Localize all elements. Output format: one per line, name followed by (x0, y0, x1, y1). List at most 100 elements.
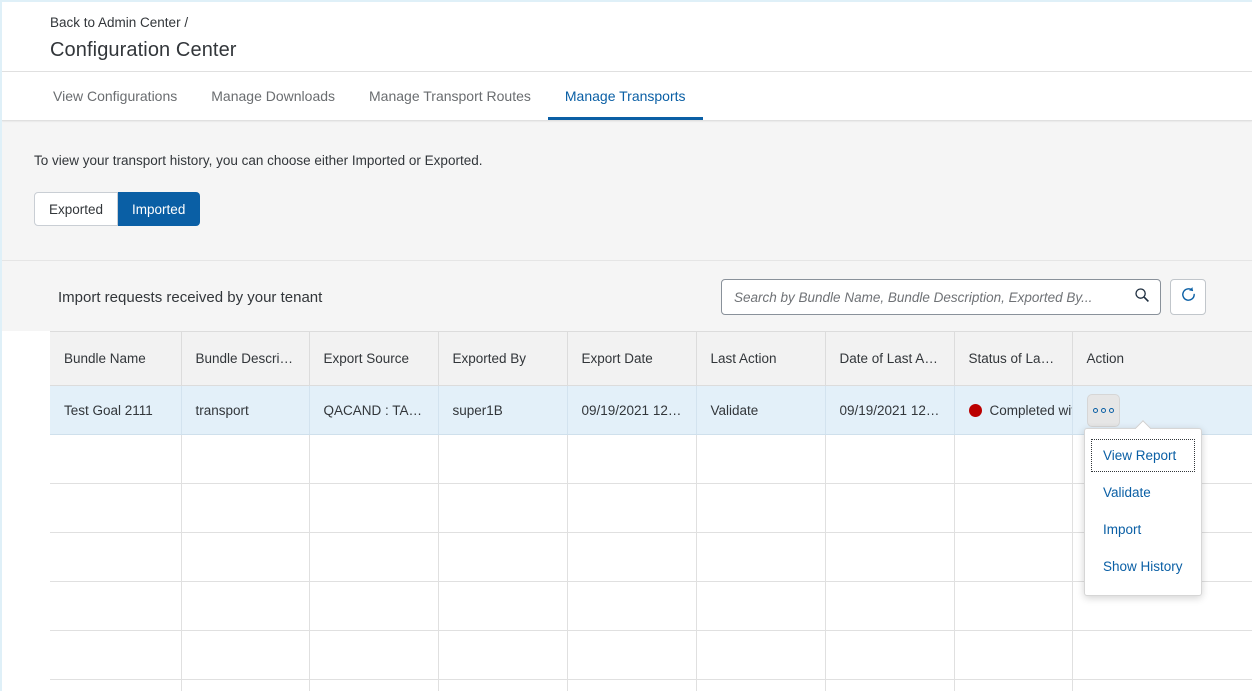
tab-manage-transport-routes[interactable]: Manage Transport Routes (352, 72, 548, 120)
cell-empty (309, 532, 439, 582)
cell-empty (309, 630, 439, 680)
menu-item-import[interactable]: Import (1085, 511, 1201, 548)
cell-empty (954, 483, 1073, 533)
action-popup-menu: View Report Validate Import Show History (1084, 428, 1202, 596)
cell-empty (954, 581, 1073, 631)
overflow-menu-button[interactable] (1086, 393, 1120, 427)
cell-bundle-description: transport (181, 385, 310, 435)
cell-empty (825, 679, 955, 691)
cell-empty (181, 581, 310, 631)
cell-date-of-last-action: 09/19/2021 12:... (825, 385, 955, 435)
cell-empty (696, 630, 826, 680)
cell-empty (567, 630, 697, 680)
table-header-row: Bundle Name Bundle Descrip... Export Sou… (50, 331, 1252, 386)
overflow-menu-icon (1108, 407, 1114, 413)
menu-item-validate[interactable]: Validate (1085, 474, 1201, 511)
menu-item-show-history[interactable]: Show History (1085, 548, 1201, 585)
popup-arrow-icon (1135, 420, 1151, 429)
card-title: Import requests received by your tenant (58, 288, 323, 306)
column-header-export-date[interactable]: Export Date (567, 331, 697, 386)
tab-view-configurations[interactable]: View Configurations (36, 72, 194, 120)
column-header-bundle-name[interactable]: Bundle Name (50, 331, 182, 386)
column-header-last-action[interactable]: Last Action (696, 331, 826, 386)
cell-last-action: Validate (696, 385, 826, 435)
segment-exported[interactable]: Exported (34, 192, 119, 226)
cell-empty (1072, 630, 1252, 680)
column-header-export-source[interactable]: Export Source (309, 331, 439, 386)
table-row[interactable] (50, 679, 1252, 691)
cell-empty (825, 483, 955, 533)
cell-bundle-name: Test Goal 2111 (50, 385, 182, 435)
refresh-icon (1180, 286, 1197, 308)
cell-empty (696, 679, 826, 691)
page-body: To view your transport history, you can … (2, 121, 1252, 691)
cell-empty (567, 581, 697, 631)
cell-empty (181, 679, 310, 691)
cell-empty (1072, 679, 1252, 691)
cell-empty (438, 483, 568, 533)
cell-empty (50, 630, 182, 680)
cell-empty (309, 483, 439, 533)
cell-empty (567, 679, 697, 691)
cell-empty (825, 630, 955, 680)
page-header: Back to Admin Center / Configuration Cen… (2, 2, 1252, 72)
search-field[interactable] (721, 279, 1161, 315)
table-row[interactable] (50, 630, 1252, 680)
tab-manage-downloads[interactable]: Manage Downloads (194, 72, 352, 120)
cell-empty (50, 679, 182, 691)
cell-empty (696, 581, 826, 631)
status-text: Completed with (989, 402, 1072, 418)
transports-table: Bundle Name Bundle Descrip... Export Sou… (50, 331, 1252, 691)
cell-empty (954, 532, 1073, 582)
menu-item-view-report[interactable]: View Report (1089, 437, 1197, 474)
tab-bar: View Configurations Manage Downloads Man… (2, 72, 1252, 121)
column-header-date-of-last-action[interactable]: Date of Last Ac... (825, 331, 955, 386)
overflow-menu-icon (1100, 407, 1106, 413)
column-header-action[interactable]: Action (1072, 331, 1252, 386)
overflow-menu-icon (1092, 407, 1098, 413)
cell-empty (825, 434, 955, 484)
refresh-button[interactable] (1170, 279, 1206, 315)
cell-empty (825, 581, 955, 631)
cell-empty (438, 679, 568, 691)
cell-empty (825, 532, 955, 582)
cell-empty (438, 532, 568, 582)
card-toolbar (721, 279, 1206, 315)
transports-table-wrapper: Bundle Name Bundle Descrip... Export Sou… (2, 331, 1252, 691)
column-header-status-of-last-action[interactable]: Status of Last A... (954, 331, 1073, 386)
tab-manage-transports[interactable]: Manage Transports (547, 72, 703, 120)
table-row[interactable] (50, 581, 1252, 631)
column-header-bundle-description[interactable]: Bundle Descrip... (181, 331, 310, 386)
table-row[interactable] (50, 483, 1252, 533)
cell-empty (954, 434, 1073, 484)
cell-empty (309, 434, 439, 484)
cell-empty (181, 434, 310, 484)
cell-empty (181, 532, 310, 582)
table-body: Test Goal 2111 transport QACAND : TAL...… (50, 385, 1252, 691)
cell-empty (50, 532, 182, 582)
column-header-exported-by[interactable]: Exported By (438, 331, 568, 386)
cell-empty (438, 581, 568, 631)
cell-status-of-last-action: Completed with (954, 385, 1073, 435)
table-row[interactable] (50, 434, 1252, 484)
configuration-center-page: Back to Admin Center / Configuration Cen… (0, 0, 1252, 691)
cell-empty (954, 630, 1073, 680)
breadcrumb-back-to-admin-center[interactable]: Back to Admin Center / (50, 10, 1252, 33)
search-icon[interactable] (1134, 287, 1150, 308)
page-title: Configuration Center (50, 39, 237, 61)
cell-empty (954, 679, 1073, 691)
search-input[interactable] (734, 289, 1134, 305)
cell-empty (309, 679, 439, 691)
table-row[interactable]: Test Goal 2111 transport QACAND : TAL...… (50, 385, 1252, 435)
table-row[interactable] (50, 532, 1252, 582)
cell-empty (567, 532, 697, 582)
cell-empty (696, 532, 826, 582)
cell-exported-by: super1B (438, 385, 568, 435)
cell-empty (438, 434, 568, 484)
cell-empty (181, 483, 310, 533)
intro-text: To view your transport history, you can … (34, 153, 483, 168)
card-header: Import requests received by your tenant (2, 261, 1252, 331)
cell-empty (309, 581, 439, 631)
transport-direction-toggle: Exported Imported (2, 170, 1252, 226)
segment-imported[interactable]: Imported (118, 192, 201, 226)
